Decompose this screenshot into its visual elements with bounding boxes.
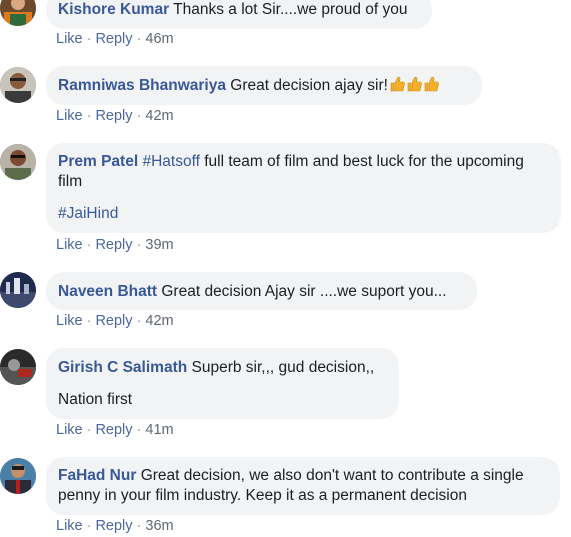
comment-text-line: film [58,173,83,190]
comment-actions: Like · Reply · 46m [56,31,174,47]
hashtag-link[interactable]: #Hatsoff [142,153,199,170]
separator: · [136,422,142,438]
separator: · [136,108,142,124]
comment-actions: Like · Reply · 42m [56,313,174,329]
comment-bubble: Prem Patel #Hatsoff full team of film an… [46,143,561,233]
comment-text: full team of film and best luck for the … [199,153,524,170]
reply-link[interactable]: Reply [95,422,132,438]
like-link[interactable]: Like [56,422,83,438]
comment-author[interactable]: FaHad Nur [58,467,136,484]
avatar[interactable] [0,349,36,385]
comment-bubble: Kishore Kumar Thanks a lot Sir....we pro… [46,0,432,29]
comment-text: Great decision, we also don't want to co… [140,467,524,484]
like-link[interactable]: Like [56,31,83,47]
reply-link[interactable]: Reply [95,31,132,47]
avatar[interactable] [0,272,36,308]
separator: · [136,237,142,253]
separator: · [86,31,92,47]
separator: · [136,31,142,47]
hashtag-link[interactable]: #JaiHind [58,205,118,222]
comment-author[interactable]: Ramniwas Bhanwariya [58,77,226,94]
separator: · [86,422,92,438]
comment-text-line: penny in your film industry. Keep it as … [58,487,467,504]
comment-bubble: FaHad Nur Great decision, we also don't … [46,457,560,515]
reply-link[interactable]: Reply [95,518,132,534]
comment-timestamp[interactable]: 39m [145,237,173,253]
comment-actions: Like · Reply · 42m [56,108,174,124]
like-link[interactable]: Like [56,237,83,253]
comment-timestamp[interactable]: 46m [145,31,173,47]
reply-link[interactable]: Reply [95,108,132,124]
separator: · [86,518,92,534]
comment-timestamp[interactable]: 36m [145,518,173,534]
comment-timestamp[interactable]: 42m [145,108,173,124]
avatar[interactable] [0,67,36,103]
separator: · [136,313,142,329]
avatar[interactable] [0,144,36,180]
comment-author[interactable]: Prem Patel [58,153,138,170]
like-link[interactable]: Like [56,108,83,124]
like-link[interactable]: Like [56,313,83,329]
comment-text: Superb sir,,, gud decision,, [191,359,375,376]
comment-author[interactable]: Naveen Bhatt [58,283,157,300]
thumbs-up-emoji-icon [423,76,439,92]
separator: · [136,518,142,534]
reply-link[interactable]: Reply [95,313,132,329]
separator: · [86,313,92,329]
comment-bubble: Ramniwas Bhanwariya Great decision ajay … [46,66,482,105]
separator: · [86,108,92,124]
comment-text-line: Nation first [58,391,133,408]
thumbs-up-emoji-icon [406,76,422,92]
comment-timestamp[interactable]: 42m [145,313,173,329]
like-link[interactable]: Like [56,518,83,534]
comment-text: Great decision Ajay sir ....we suport yo… [161,283,447,300]
reply-link[interactable]: Reply [95,237,132,253]
thumbs-up-emoji-icon [389,76,405,92]
comment-bubble: Girish C Salimath Superb sir,,, gud deci… [46,348,399,419]
comment-actions: Like · Reply · 39m [56,237,174,253]
comment-text: Great decision ajay sir! [230,77,388,94]
comment-bubble: Naveen Bhatt Great decision Ajay sir ...… [46,272,477,310]
comment-author[interactable]: Kishore Kumar [58,1,169,18]
comment-actions: Like · Reply · 36m [56,518,174,534]
comment-actions: Like · Reply · 41m [56,422,174,438]
comment-author[interactable]: Girish C Salimath [58,359,187,376]
comment-text: Thanks a lot Sir....we proud of you [173,1,408,18]
separator: · [86,237,92,253]
avatar[interactable] [0,0,36,26]
comment-timestamp[interactable]: 41m [145,422,173,438]
avatar[interactable] [0,458,36,494]
